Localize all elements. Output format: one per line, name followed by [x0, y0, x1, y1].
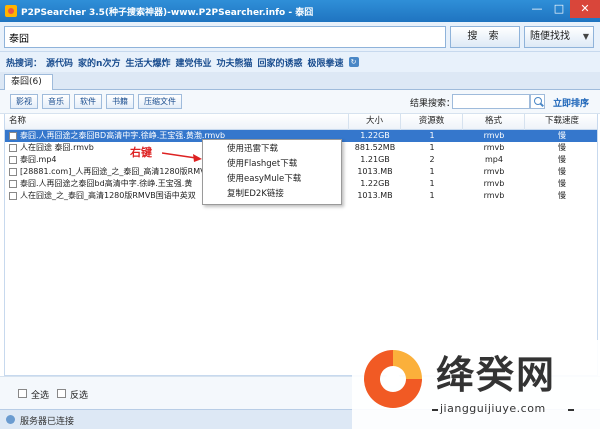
row-size: 881.52MB: [354, 143, 396, 152]
filter-music-button[interactable]: 音乐: [42, 94, 70, 109]
watermark-divider: [568, 409, 574, 411]
minimize-icon[interactable]: —: [526, 0, 548, 18]
search-input[interactable]: [4, 26, 446, 48]
menu-item-easymule[interactable]: 使用easyMule下载: [227, 172, 301, 186]
status-text: 服务器已连接: [20, 417, 75, 427]
watermark-name: 绛癸网: [436, 352, 557, 397]
arrow-icon: [162, 152, 202, 162]
menu-item-flashget[interactable]: 使用Flashget下载: [227, 157, 297, 171]
row-checkbox[interactable]: [9, 132, 17, 140]
row-speed: 慢: [558, 143, 566, 152]
select-all-checkbox[interactable]: [18, 389, 27, 398]
random-search-label: 随便找找: [530, 31, 570, 42]
row-format: mp4: [485, 155, 503, 164]
hot-search-item[interactable]: 家的n次方: [78, 56, 120, 69]
hot-search-item[interactable]: 回家的诱惑: [258, 56, 303, 69]
table-header: 名称 大小 资源数 格式 下载速度: [5, 114, 597, 130]
row-checkbox[interactable]: [9, 156, 17, 164]
hot-search-item[interactable]: 功夫熊猫: [216, 56, 252, 69]
row-speed: 慢: [558, 155, 566, 164]
row-speed: 慢: [558, 179, 566, 188]
row-format: rmvb: [483, 131, 505, 140]
tab-result[interactable]: 泰囧(6): [4, 74, 53, 90]
sort-now-link[interactable]: 立即排序: [553, 96, 589, 109]
row-size: 1013.MB: [357, 167, 393, 176]
search-bar: 搜 索 随便找找 ▼: [0, 22, 600, 52]
random-search-button[interactable]: 随便找找 ▼: [524, 26, 594, 48]
row-checkbox[interactable]: [9, 144, 17, 152]
header-format[interactable]: 格式: [463, 114, 525, 130]
row-sources: 1: [429, 131, 435, 140]
select-all-label[interactable]: 全选: [31, 388, 49, 401]
row-checkbox[interactable]: [9, 180, 17, 188]
maximize-icon[interactable]: □: [548, 0, 570, 18]
row-format: rmvb: [483, 143, 505, 152]
header-name[interactable]: 名称: [9, 114, 349, 130]
row-size: 1.22GB: [360, 131, 390, 140]
filter-video-button[interactable]: 影视: [10, 94, 38, 109]
row-speed: 慢: [558, 167, 566, 176]
app-icon: [5, 5, 17, 17]
result-search-label: 结果搜索：: [410, 99, 456, 109]
header-sources[interactable]: 资源数: [401, 114, 463, 130]
watermark-logo-icon: [364, 350, 422, 408]
row-size: 1.21GB: [360, 155, 390, 164]
title-bar: P2PSearcher 3.5(种子搜索神器)-www.P2PSearcher.…: [0, 0, 600, 22]
menu-item-copy-ed2k[interactable]: 复制ED2K链接: [227, 187, 284, 201]
connection-icon: [6, 415, 15, 424]
row-checkbox[interactable]: [9, 168, 17, 176]
row-sources: 1: [429, 167, 435, 176]
invert-selection-checkbox[interactable]: [57, 389, 66, 398]
hot-search-item[interactable]: 极限拳速: [308, 56, 344, 69]
hot-search-item[interactable]: 生活大爆炸: [125, 56, 170, 69]
window-controls: — □ ✕: [526, 0, 600, 22]
row-speed: 慢: [558, 191, 566, 200]
refresh-icon[interactable]: ↻: [348, 57, 359, 67]
header-speed[interactable]: 下载速度: [525, 114, 597, 130]
watermark-divider: [432, 409, 438, 411]
row-format: rmvb: [483, 167, 505, 176]
row-size: 1013.MB: [357, 191, 393, 200]
right-click-annotation: 右键: [130, 146, 152, 159]
result-tabs: 泰囧(6): [0, 72, 600, 90]
row-sources: 2: [429, 155, 435, 164]
watermark: 绛癸网 jiangguijiuye.com: [352, 340, 600, 429]
search-icon[interactable]: [530, 94, 545, 109]
close-icon[interactable]: ✕: [570, 0, 600, 18]
filter-archive-button[interactable]: 压缩文件: [138, 94, 182, 109]
invert-selection-label[interactable]: 反选: [70, 388, 88, 401]
row-checkbox[interactable]: [9, 192, 17, 200]
header-size[interactable]: 大小: [349, 114, 401, 130]
filter-software-button[interactable]: 软件: [74, 94, 102, 109]
filter-books-button[interactable]: 书籍: [106, 94, 134, 109]
row-sources: 1: [429, 179, 435, 188]
hot-search-bar: 热搜词： 源代码 家的n次方 生活大爆炸 建党伟业 功夫熊猫 回家的诱惑 极限拳…: [0, 52, 600, 72]
row-sources: 1: [429, 191, 435, 200]
window-title: P2PSearcher 3.5(种子搜索神器)-www.P2PSearcher.…: [21, 7, 314, 18]
row-size: 1.22GB: [360, 179, 390, 188]
menu-item-thunder[interactable]: 使用迅雷下载: [227, 142, 278, 156]
row-speed: 慢: [558, 131, 566, 140]
result-search-input[interactable]: [452, 94, 530, 109]
chevron-down-icon[interactable]: ▼: [583, 27, 589, 47]
hot-search-item[interactable]: 源代码: [46, 56, 73, 69]
row-sources: 1: [429, 143, 435, 152]
row-format: rmvb: [483, 191, 505, 200]
search-button[interactable]: 搜 索: [450, 26, 520, 48]
hot-search-label: 热搜词：: [6, 58, 43, 69]
context-menu: 使用迅雷下载 使用Flashget下载 使用easyMule下载 复制ED2K链…: [202, 139, 342, 205]
hot-search-item[interactable]: 建党伟业: [175, 56, 211, 69]
row-format: rmvb: [483, 179, 505, 188]
filter-toolbar: 影视 音乐 软件 书籍 压缩文件 结果搜索： 立即排序: [0, 90, 600, 114]
watermark-url: jiangguijiuye.com: [440, 402, 546, 415]
